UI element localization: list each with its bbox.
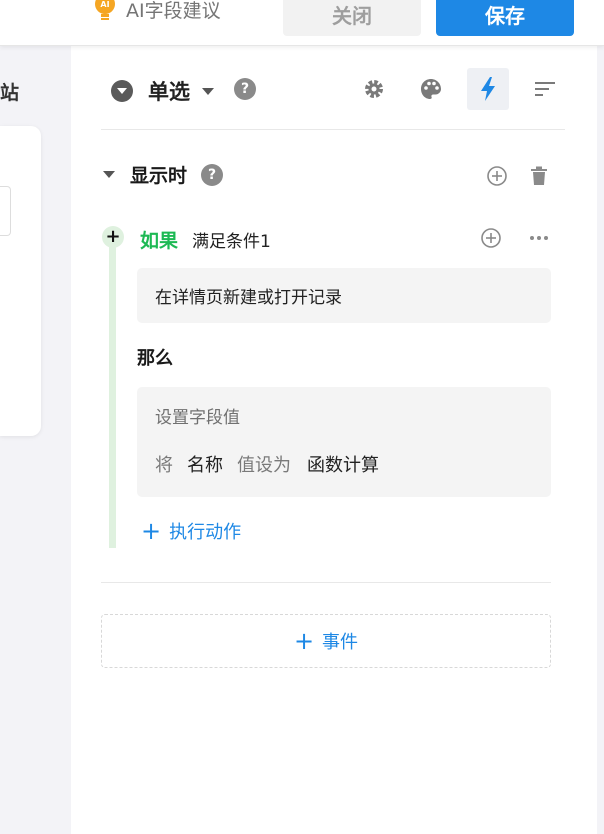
if-label: 如果: [140, 230, 179, 252]
ai-suggest-label: AI字段建议: [126, 0, 221, 22]
close-button[interactable]: 关闭: [283, 0, 421, 36]
plus-icon: +: [141, 517, 162, 545]
save-button[interactable]: 保存: [436, 0, 574, 36]
collapse-caret-icon[interactable]: [103, 171, 115, 178]
palette-icon[interactable]: [410, 68, 452, 110]
condition-name: 满足条件1: [192, 232, 271, 252]
ai-badge-text: AI: [100, 0, 109, 9]
left-form-card[interactable]: [0, 126, 41, 436]
action-description: 将 名称 值设为 函数计算: [155, 451, 379, 477]
add-circle-icon[interactable]: [479, 226, 503, 250]
action-title: 设置字段值: [155, 408, 240, 428]
plus-icon[interactable]: +: [102, 226, 124, 248]
top-bar: AI AI字段建议 关闭 保存: [0, 0, 604, 46]
trash-icon[interactable]: [527, 164, 551, 188]
field-type-label: 单选: [148, 80, 190, 104]
sort-icon[interactable]: [524, 68, 566, 110]
help-icon[interactable]: ?: [201, 163, 224, 186]
panel-right-edge: [597, 46, 604, 834]
lightning-icon[interactable]: [467, 68, 509, 110]
action-box[interactable]: 设置字段值 将 名称 值设为 函数计算: [137, 387, 551, 497]
left-form-input[interactable]: [0, 186, 11, 236]
exec-action-button[interactable]: + 执行动作: [141, 518, 241, 544]
if-condition-row: 如果 满足条件1: [140, 226, 271, 253]
left-partial-label: 站: [0, 82, 20, 104]
condition-box[interactable]: 在详情页新建或打开记录: [137, 268, 551, 323]
then-label: 那么: [137, 348, 173, 369]
action-prefix: 将: [155, 455, 173, 476]
rule-panel: 单选 ? 显示时 ? + 如果 满足条件1 在详情页新建或打开记录 那么 设置字…: [71, 46, 597, 834]
display-section-header[interactable]: 显示时 ?: [103, 161, 224, 188]
rule-timeline-line: [109, 238, 116, 548]
add-event-button[interactable]: + 事件: [101, 614, 551, 668]
help-icon[interactable]: ?: [234, 78, 256, 100]
more-icon[interactable]: [527, 226, 551, 250]
add-circle-icon[interactable]: [485, 164, 509, 188]
add-event-label: 事件: [322, 632, 359, 653]
action-value: 函数计算: [307, 455, 379, 476]
left-canvas-area: 站: [0, 46, 71, 834]
condition-text: 在详情页新建或打开记录: [155, 288, 342, 308]
section-title: 显示时: [130, 165, 188, 187]
action-verb: 值设为: [237, 455, 291, 476]
rule-divider: [101, 582, 551, 583]
gear-icon[interactable]: [353, 68, 395, 110]
lightbulb-icon: AI: [92, 0, 118, 24]
action-field: 名称: [187, 455, 223, 476]
chevron-down-icon[interactable]: [202, 87, 214, 95]
ai-field-suggestion[interactable]: AI AI字段建议: [92, 0, 221, 24]
plus-icon: +: [293, 627, 315, 655]
field-type-selector[interactable]: 单选 ?: [111, 76, 256, 106]
field-type-icon: [111, 80, 133, 102]
exec-action-label: 执行动作: [169, 522, 242, 543]
header-divider: [101, 129, 565, 130]
